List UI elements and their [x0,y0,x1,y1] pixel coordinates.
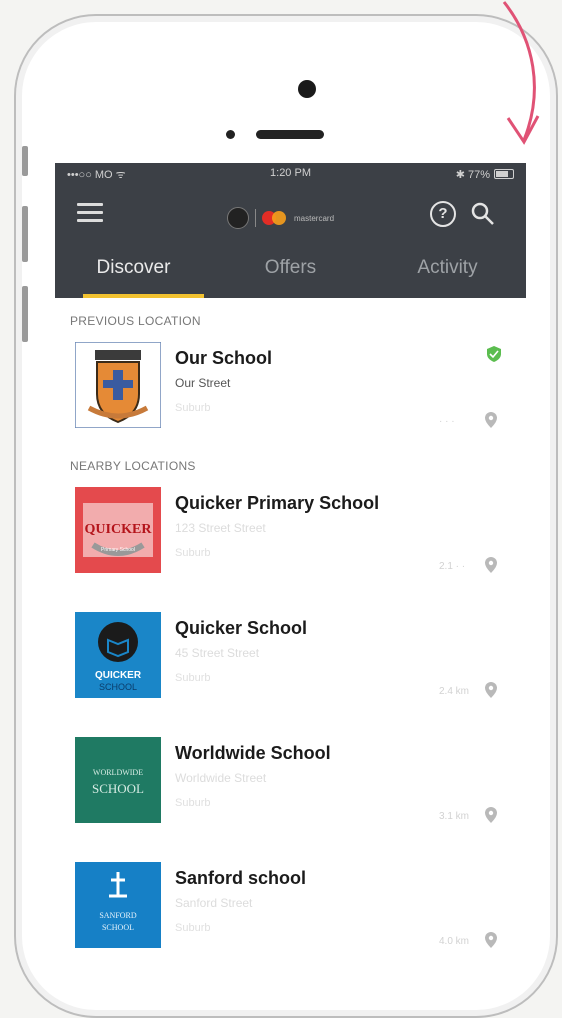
list-item[interactable]: SANFORD SCHOOL Sanford school Sanford St… [55,854,526,969]
quicker-primary-logo: QUICKER Primary School [75,487,161,573]
map-pin-icon [485,557,497,573]
list-item[interactable]: WORLDWIDE SCHOOL Worldwide School Worldw… [55,729,526,854]
map-pin-icon [485,682,497,698]
app-header: •••○○ MO ᯤ 1:20 PM ✱ 77% mastercard ? Di… [55,163,526,298]
worldwide-school-logo-sub: SCHOOL [92,781,144,796]
status-time: 1:20 PM [270,167,311,179]
sanford-school-logo-text: SANFORD [99,911,137,920]
list-item[interactable]: QUICKER Primary School Quicker Primary S… [55,479,526,604]
nearby-locations-heading: NEARBY LOCATIONS [70,459,196,473]
volume-up-button [22,206,28,262]
location-address: Sanford Street [175,896,253,910]
app-screen: •••○○ MO ᯤ 1:20 PM ✱ 77% mastercard ? Di… [55,163,526,969]
quicker-school-logo: QUICKER SCHOOL [75,612,161,698]
previous-location-heading: PREVIOUS LOCATION [70,314,201,328]
location-name: Quicker School [175,618,308,638]
location-name: Worldwide School [175,743,331,763]
location-name: Sanford school [175,868,307,888]
status-bar: •••○○ MO ᯤ 1:20 PM ✱ 77% [55,163,526,185]
tab-activity[interactable]: Activity [369,243,526,298]
sanford-school-logo-sub: SCHOOL [102,923,134,932]
volume-down-button [22,286,28,342]
tab-offers[interactable]: Offers [212,243,369,298]
red-arrow-annotation [502,1,540,145]
brand-logo: mastercard [227,207,334,229]
list-item[interactable]: Our School Our Street Suburb · · · [55,334,526,459]
location-city: Suburb [175,672,211,684]
brand-logo-text: mastercard [294,213,335,223]
location-city: Suburb [175,922,211,934]
location-distance: · · · [439,416,455,427]
mute-switch [22,146,28,176]
location-name: Our School [175,348,273,368]
location-distance: 4.0 km [439,936,470,947]
proximity-sensor [226,130,235,139]
location-address: Our Street [175,376,231,390]
location-address: Worldwide Street [175,771,267,785]
sanford-school-logo: SANFORD SCHOOL [75,862,161,948]
location-city: Suburb [175,402,211,414]
mastercard-icon [262,211,288,225]
list-item[interactable]: QUICKER SCHOOL Quicker School 45 Street … [55,604,526,729]
location-city: Suburb [175,547,211,559]
location-distance: 2.4 km [439,686,470,697]
school-crest-logo [75,342,161,428]
location-address: 123 Street Street [175,521,266,535]
location-city: Suburb [175,797,211,809]
app-bar: mastercard ? [55,185,526,243]
quicker-primary-logo-sub: Primary School [101,547,135,553]
worldwide-school-logo: WORLDWIDE SCHOOL [75,737,161,823]
map-pin-icon [485,932,497,948]
map-pin-icon [485,412,497,428]
quicker-school-logo-text: QUICKER [95,670,142,681]
location-address: 45 Street Street [175,646,260,660]
search-icon[interactable] [470,201,496,227]
partner-logo-icon [227,207,249,229]
verified-shield-icon [487,346,501,362]
map-pin-icon [485,807,497,823]
help-icon[interactable]: ? [430,201,456,227]
earpiece-speaker [256,130,324,139]
quicker-school-logo-sub: SCHOOL [99,682,137,692]
quicker-primary-logo-text: QUICKER [85,522,153,537]
menu-icon[interactable] [77,203,103,222]
front-camera [298,80,316,98]
location-distance: 3.1 km [439,811,470,822]
tab-bar: Discover Offers Activity [55,243,526,298]
worldwide-school-logo-text: WORLDWIDE [93,768,143,777]
location-distance: 2.1 · · [439,561,466,572]
tab-discover[interactable]: Discover [55,243,212,298]
location-name: Quicker Primary School [175,493,380,513]
battery-icon [494,169,514,179]
